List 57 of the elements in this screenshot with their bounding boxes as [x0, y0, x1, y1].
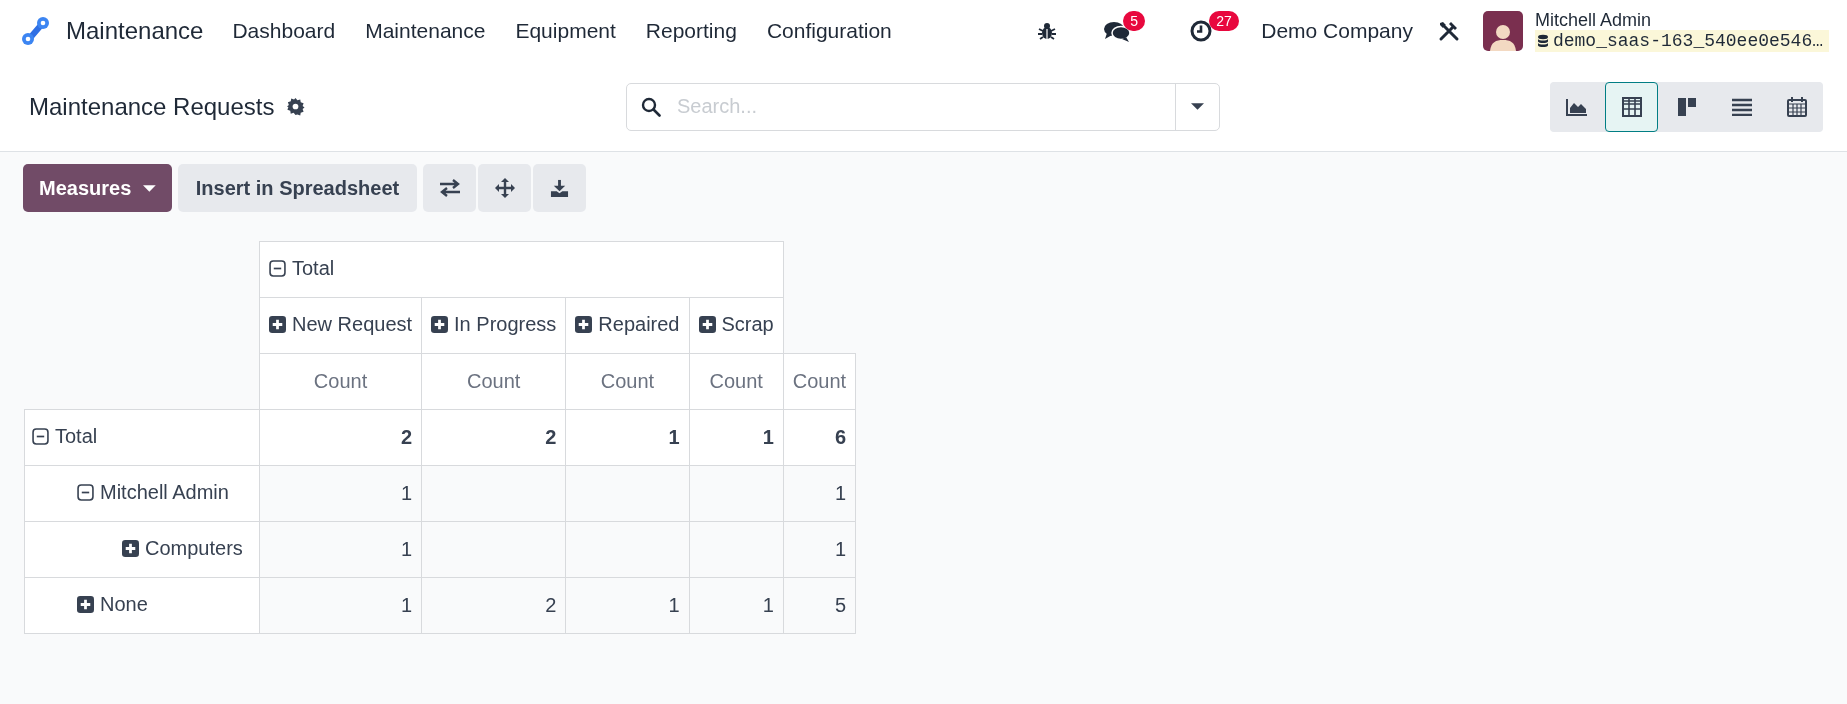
- database-icon: [1536, 34, 1549, 48]
- avatar-icon[interactable]: [1482, 11, 1523, 51]
- header-toggle[interactable]: Total: [32, 425, 98, 448]
- value-cell: 1: [835, 538, 847, 560]
- value-cell: 2: [545, 426, 557, 448]
- calendar-icon: [1786, 96, 1807, 117]
- flip-axis-button[interactable]: [423, 164, 476, 212]
- measure-header[interactable]: Count: [565, 353, 689, 410]
- menu-item[interactable]: Maintenance: [350, 19, 501, 43]
- caret-icon: [143, 184, 156, 192]
- caret-icon: [1191, 103, 1204, 110]
- list-icon: [1731, 97, 1752, 116]
- page-title: Maintenance Requests: [29, 92, 275, 121]
- activity-count-badge: 27: [1209, 11, 1239, 31]
- settings-icon: [286, 97, 306, 116]
- value-cell: 1: [668, 594, 680, 616]
- value-cell: 2: [545, 594, 557, 616]
- value-cell: 2: [400, 426, 413, 448]
- measure-header[interactable]: Count: [259, 353, 422, 410]
- value-cell: 5: [835, 594, 847, 616]
- value-cell: 1: [668, 426, 680, 448]
- area-chart-icon: [1565, 97, 1588, 116]
- menu-item[interactable]: Reporting: [630, 19, 752, 43]
- search-icon: [641, 96, 661, 117]
- value-cell: 1: [400, 594, 413, 616]
- value-cell: 6: [835, 426, 847, 448]
- bug-icon: [1037, 21, 1058, 41]
- company-switcher[interactable]: Demo Company: [1261, 19, 1413, 43]
- database-name: demo_saas-163_540ee0e546…: [1534, 30, 1829, 52]
- download-icon: [550, 178, 569, 198]
- download-button[interactable]: [533, 164, 586, 212]
- measure-header[interactable]: Count: [689, 353, 784, 410]
- value-cell: 1: [400, 538, 413, 560]
- clock-icon: [1189, 19, 1214, 43]
- value-cell: 1: [835, 482, 847, 504]
- insert-in-spreadsheet-button[interactable]: Insert in Spreadsheet: [178, 164, 417, 212]
- measure-header[interactable]: Count: [421, 353, 566, 410]
- swap-arrows-icon: [438, 179, 461, 197]
- header-toggle[interactable]: None: [77, 593, 148, 616]
- menu-item[interactable]: Dashboard: [217, 19, 351, 43]
- app-logo-icon: [20, 15, 52, 47]
- app-name[interactable]: Maintenance: [66, 17, 204, 45]
- pivot-view-button[interactable]: [1605, 81, 1658, 132]
- kanban-icon: [1676, 96, 1697, 117]
- table-grid-icon: [1621, 96, 1642, 117]
- value-cell: 1: [762, 426, 774, 448]
- expand-all-button[interactable]: [478, 164, 531, 212]
- move-arrows-icon: [494, 178, 515, 198]
- header-toggle[interactable]: Total: [269, 257, 335, 280]
- value-cell: 1: [762, 594, 774, 616]
- value-cell: 1: [400, 482, 413, 504]
- user-name[interactable]: Mitchell Admin: [1534, 10, 1829, 30]
- menu-item[interactable]: Configuration: [751, 19, 907, 43]
- measure-header[interactable]: Count: [783, 353, 856, 410]
- measures-button[interactable]: Measures: [23, 164, 172, 212]
- message-count-badge: 5: [1123, 11, 1145, 31]
- menu-item[interactable]: Equipment: [500, 19, 631, 43]
